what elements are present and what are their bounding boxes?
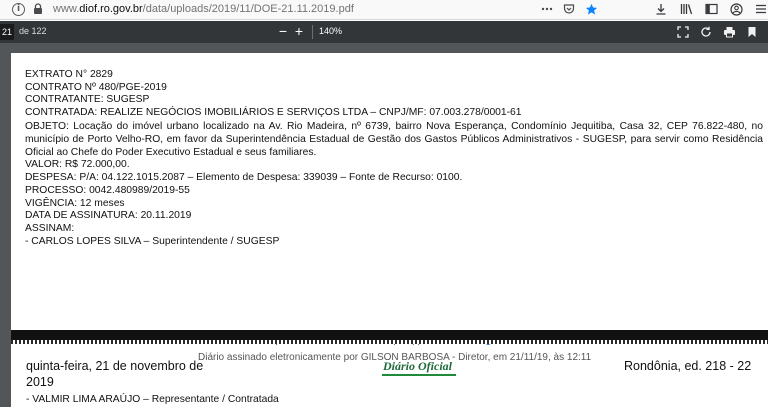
sidebar-icon[interactable] (704, 2, 718, 16)
doc-line: EXTRATO N° 2829 (25, 69, 113, 80)
pdf-toolbar: 21 de 122 − + 140% (0, 21, 768, 43)
pdf-page: EXTRATO N° 2829 CONTRATO Nº 480/PGE-2019… (11, 53, 768, 407)
doc-line: PROCESSO: 0042.480989/2019-55 (25, 184, 190, 196)
print-icon[interactable] (722, 24, 736, 40)
extract-text: EXTRATO N° 2829 CONTRATO Nº 480/PGE-2019… (25, 69, 765, 248)
star-icon[interactable] (584, 2, 598, 16)
browser-toolbar: i www.diof.ro.gov.br/data/uploads/2019/1… (0, 0, 768, 20)
fit-icon[interactable] (676, 24, 690, 40)
doc-line: DESPESA: P/A: 04.122.1015.2087 – Element… (25, 172, 463, 184)
menu-icon[interactable] (754, 2, 768, 16)
footer-title: Diário Oficial (383, 359, 452, 373)
doc-line: CONTRATANTE: SUGESP (25, 94, 150, 106)
footer-edition: Rondônia, ed. 218 - 22 (624, 359, 752, 373)
zoom-level[interactable]: 140% (319, 26, 342, 36)
doc-line: ASSINAM: (25, 222, 75, 234)
url-text[interactable]: www.diof.ro.gov.br/data/uploads/2019/11/… (53, 3, 354, 15)
more-icon[interactable] (540, 2, 554, 16)
bookmark-icon[interactable] (745, 24, 759, 40)
doc-objeto: OBJETO: Locação do imóvel urbano localiz… (25, 120, 763, 159)
library-icon[interactable] (679, 2, 693, 16)
account-icon[interactable] (729, 2, 743, 16)
doc-line: VALOR: R$ 72.000,00. (25, 159, 130, 171)
pdf-viewer[interactable]: EXTRATO N° 2829 CONTRATO Nº 480/PGE-2019… (0, 43, 768, 407)
page-number-input[interactable]: 21 (0, 24, 14, 40)
footer-date: quinta-feira, 21 de novembro de 2019 (26, 359, 204, 389)
doc-line: CONTRATADA: REALIZE NEGÓCIOS IMOBILIÁRIO… (25, 107, 522, 119)
address-bar[interactable]: i www.diof.ro.gov.br/data/uploads/2019/1… (4, 0, 592, 18)
doc-line: - CARLOS LOPES SILVA – Superintendente /… (25, 235, 280, 247)
footer-next-line: - VALMIR LIMA ARAÚJO – Representante / C… (26, 394, 279, 405)
page-divider-dots (11, 340, 768, 344)
rotate-icon[interactable] (699, 24, 713, 40)
doc-line: VIGÊNCIA: 12 meses (25, 197, 125, 209)
download-icon[interactable] (654, 2, 668, 16)
lock-icon[interactable] (31, 2, 45, 16)
footer-title-underline (382, 374, 456, 376)
zoom-out-button[interactable]: − (277, 23, 289, 39)
zoom-separator (312, 25, 313, 39)
page-divider-band (11, 330, 768, 340)
zoom-in-button[interactable]: + (293, 23, 305, 39)
pocket-icon[interactable] (562, 2, 576, 16)
doc-line: DATA DE ASSINATURA: 20.11.2019 (25, 210, 192, 222)
info-icon[interactable]: i (12, 2, 25, 16)
doc-line: CONTRATO Nº 480/PGE-2019 (25, 81, 167, 93)
page-total: de 122 (19, 26, 47, 36)
